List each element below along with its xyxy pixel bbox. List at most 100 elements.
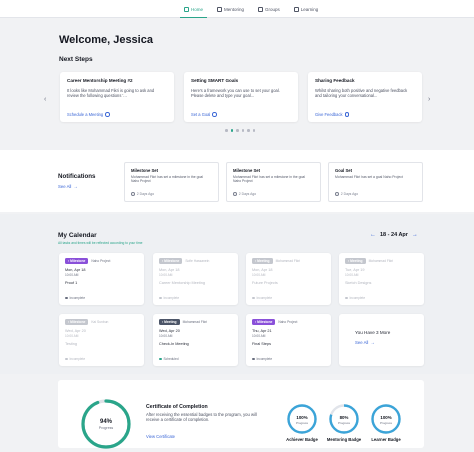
event-header: ▪ Milestone Kai Sunbun xyxy=(65,319,138,325)
next-week-icon[interactable]: → xyxy=(412,232,418,238)
event-status: Incomplete xyxy=(65,357,85,361)
calendar-see-all-link[interactable]: See All → xyxy=(355,340,375,345)
calendar-event-card[interactable]: ▪ Meeting Mohammad Fikri Wed, Apr 20 10:00 … xyxy=(153,314,238,366)
calendar-event-card[interactable]: ▪ Meeting Mohammad Fikri Tue, Apr 19 10:00 … xyxy=(339,253,424,305)
nav-mentoring[interactable]: Mentoring xyxy=(213,0,248,18)
nav-mentoring-label: Mentoring xyxy=(224,6,245,12)
event-time: 10:00 AM xyxy=(159,334,173,338)
top-nav-bar: Home Mentoring Groups Learning xyxy=(0,0,474,18)
notification-card[interactable]: Milestone Set Mohammad Fikri has set a m… xyxy=(226,162,321,202)
event-title: Check-In Meeting xyxy=(159,342,189,346)
event-status: Incomplete xyxy=(252,296,272,300)
badge-value: 100% xyxy=(380,415,391,420)
badge-name: Learner Badge xyxy=(371,437,401,442)
learning-icon xyxy=(293,6,299,12)
calendar-heading: My Calendar xyxy=(58,232,97,239)
next-step-title: Sharing Feedback xyxy=(315,78,355,83)
event-status-text: Incomplete xyxy=(163,296,180,300)
clock-icon xyxy=(233,192,237,196)
event-title: Final Steps xyxy=(252,342,271,346)
notification-time: 2 Days Ago xyxy=(131,192,154,196)
certificate-title: Certificate of Completion xyxy=(146,404,208,410)
status-dot-icon xyxy=(159,357,162,361)
set-goal-label: Set a Goal xyxy=(191,112,211,117)
event-type-label: Milestone xyxy=(257,320,273,324)
pager-dot[interactable] xyxy=(247,129,250,132)
nav-groups-label: Groups xyxy=(265,6,280,12)
pager-dot[interactable] xyxy=(241,129,244,132)
event-type-badge: ▪ Milestone xyxy=(65,258,89,264)
nav-learning[interactable]: Learning xyxy=(290,0,323,18)
event-time: 10:00 AM xyxy=(252,273,266,277)
give-feedback-link[interactable]: Give Feedback xyxy=(315,112,350,117)
event-status-text: Scheduled xyxy=(163,357,179,361)
notification-body: Mohammad Fikri has set a milestone in th… xyxy=(233,175,305,184)
calendar-event-card[interactable]: ▪ Milestone Sofie Hassanein Mon, Apr 18 10:… xyxy=(153,253,238,305)
notification-card[interactable]: Goal Set Mohammad Fikri has set a goal N… xyxy=(328,162,423,202)
event-type-badge: ▪ Milestone xyxy=(159,258,183,264)
next-step-body: Whilst sharing both positive and negativ… xyxy=(315,88,408,99)
pager-dot[interactable] xyxy=(225,129,228,132)
nav-home[interactable]: Home xyxy=(180,0,208,18)
progress-ring: 94% Progress xyxy=(81,399,131,449)
next-step-card: Sharing Feedback Whilst sharing both pos… xyxy=(308,72,422,122)
arrow-circle-icon xyxy=(344,112,350,117)
event-title: Future Projects xyxy=(252,281,278,285)
arrow-circle-icon xyxy=(105,112,110,117)
calendar-event-card[interactable]: ▪ Milestone Naho Project Mon, Apr 18 10:00 … xyxy=(59,253,144,305)
notification-title: Goal Set xyxy=(335,168,352,173)
event-status-text: Incomplete xyxy=(256,296,273,300)
calendar-event-card[interactable]: ▪ Meeting Mohammad Fikri Mon, Apr 18 10:00 … xyxy=(246,253,331,305)
event-type-badge: ▪ Milestone xyxy=(252,319,276,325)
mentoring-icon xyxy=(217,6,223,12)
next-step-body: It looks like Mohammad Fikri is going to… xyxy=(67,88,155,99)
view-certificate-link[interactable]: View Certificate xyxy=(146,434,175,439)
badge-sub: Progress xyxy=(296,421,309,425)
arrow-right-icon: → xyxy=(73,184,78,189)
badge-sub: Progress xyxy=(380,421,393,425)
status-dot-icon xyxy=(345,296,348,300)
event-status-text: Incomplete xyxy=(69,357,86,361)
more-events-card: You Have 3 More See All → xyxy=(339,314,424,366)
notification-time: 2 Days Ago xyxy=(335,192,358,196)
badge-value: 80% xyxy=(340,415,349,420)
groups-icon xyxy=(258,6,264,12)
progress-value: 94% xyxy=(100,419,113,425)
event-date: Mon, Apr 18 xyxy=(65,268,86,272)
main-nav: Home Mentoring Groups Learning xyxy=(180,0,322,18)
event-status: Incomplete xyxy=(159,296,179,300)
prev-arrow-icon[interactable]: ‹ xyxy=(44,96,46,103)
event-title: Sketch Designs xyxy=(345,281,372,285)
notifications-heading: Notifications xyxy=(58,173,96,180)
next-arrow-icon[interactable]: › xyxy=(428,96,430,103)
notification-time-text: 2 Days Ago xyxy=(136,192,155,196)
event-title: Proof 1 xyxy=(65,281,78,285)
calendar-event-card[interactable]: ▪ Milestone Kai Sunbun Wed, Apr 20 10:00 AM… xyxy=(59,314,144,366)
notifications-see-all-link[interactable]: See All → xyxy=(58,184,78,189)
event-status: Incomplete xyxy=(65,296,85,300)
notification-card[interactable]: Milestone Set Mohammad Fikri has set a m… xyxy=(124,162,219,202)
event-header: ▪ Milestone Naho Project xyxy=(252,319,325,325)
next-step-title: Career Mentorship Meeting #2 xyxy=(67,78,133,83)
nav-groups[interactable]: Groups xyxy=(254,0,284,18)
welcome-title: Welcome, Jessica xyxy=(59,34,153,46)
pager-dot[interactable] xyxy=(230,129,233,132)
nav-learning-label: Learning xyxy=(300,6,319,12)
event-project: Mohammad Fikri xyxy=(275,259,301,263)
progress-label: Progress xyxy=(99,426,114,430)
event-project: Kai Sunbun xyxy=(91,320,109,324)
set-goal-link[interactable]: Set a Goal xyxy=(191,112,217,117)
more-events-text: You Have 3 More xyxy=(355,330,391,335)
event-type-badge: ▪ Milestone xyxy=(65,319,89,325)
notification-time: 2 Days Ago xyxy=(233,192,256,196)
calendar-event-card[interactable]: ▪ Milestone Naho Project Thu, Apr 21 10:00 … xyxy=(246,314,331,366)
event-status: Incomplete xyxy=(345,296,365,300)
pager-dot[interactable] xyxy=(236,129,239,132)
schedule-meeting-link[interactable]: Schedule a Meeting xyxy=(67,112,110,117)
pager-dot[interactable] xyxy=(252,129,255,132)
event-time: 10:00 AM xyxy=(65,334,79,338)
next-steps-heading: Next Steps xyxy=(59,56,93,63)
carousel-pager xyxy=(225,129,255,132)
badge-value: 100% xyxy=(296,415,307,420)
prev-week-icon[interactable]: ← xyxy=(370,232,376,238)
